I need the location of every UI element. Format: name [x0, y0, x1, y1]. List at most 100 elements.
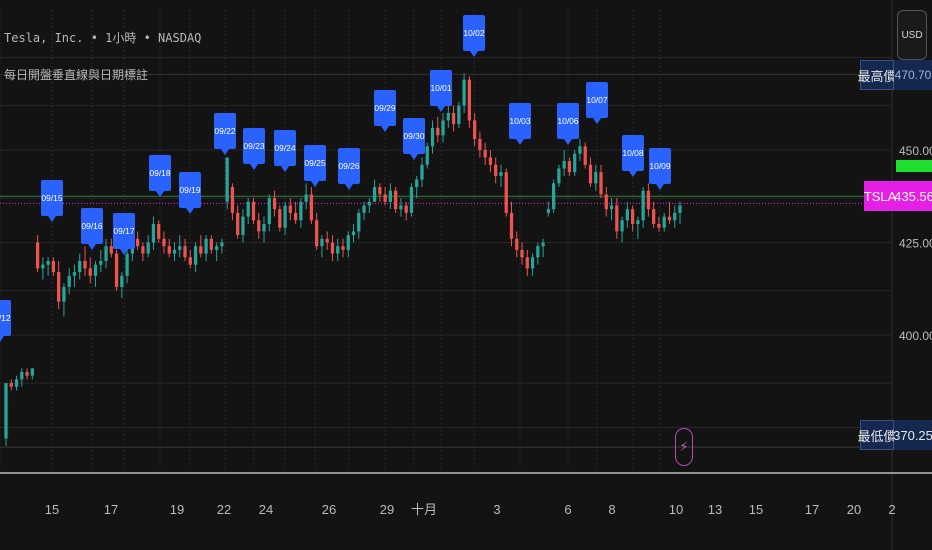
candle-body	[41, 264, 45, 269]
candle-body	[30, 368, 34, 376]
date-tag-pointer	[593, 118, 601, 124]
candle-body	[246, 201, 250, 217]
candle-body	[499, 172, 503, 176]
date-tag-label: 09/18	[149, 168, 171, 178]
candle-body	[93, 264, 98, 276]
candle-body	[673, 212, 677, 221]
candle-body	[515, 238, 519, 250]
time-tick-label: 2	[888, 502, 895, 517]
time-tick-label: 22	[217, 502, 231, 517]
candle-body	[346, 235, 350, 250]
date-tags: 09/12 09/15 09/16 09/17 09/18 09/19 09/22 09/23…	[0, 15, 671, 342]
candle-body	[641, 190, 645, 221]
lightning-icon[interactable]: ⚡	[675, 428, 693, 466]
candle-body	[357, 212, 361, 232]
candle-body	[278, 209, 282, 228]
candle-body	[204, 238, 208, 254]
candle-body	[536, 246, 540, 258]
currency-button[interactable]: USD	[897, 10, 927, 60]
candle-body	[615, 205, 619, 232]
indicator-name[interactable]: 每日開盤垂直線與日期標註	[4, 66, 148, 83]
candle-body	[9, 383, 13, 387]
candle-body	[146, 242, 150, 254]
candle-body	[78, 261, 82, 273]
candle-body	[557, 168, 561, 184]
date-tag-label: 10/01	[430, 83, 452, 93]
date-tag: 09/23	[243, 128, 265, 170]
candle-body	[430, 127, 435, 147]
candle-body	[483, 150, 487, 158]
time-tick-label: 8	[608, 502, 615, 517]
candle-body	[125, 253, 129, 276]
candle-body	[330, 242, 335, 254]
candle-body	[272, 198, 277, 210]
candle-body	[57, 272, 61, 302]
candle-body	[299, 201, 303, 221]
candle-body	[394, 190, 398, 210]
symbol-title: Tesla, Inc. • 1小時 • NASDAQ	[4, 31, 202, 45]
candle-body	[657, 224, 661, 228]
candle-body	[620, 220, 624, 232]
date-tag-label: 09/26	[338, 161, 360, 171]
candle-body	[183, 246, 187, 258]
candle-body	[525, 257, 529, 269]
date-tag: 09/22	[214, 113, 236, 155]
candle-body	[157, 224, 161, 239]
date-tag: 09/30	[403, 118, 425, 160]
candle-body	[35, 242, 40, 269]
candle-body	[372, 187, 377, 202]
date-tag: 09/24	[274, 130, 296, 172]
candle-body	[120, 275, 124, 287]
candle-body	[267, 198, 271, 224]
date-tag: 09/19	[179, 172, 201, 214]
candle-body	[288, 205, 292, 213]
candle-body	[304, 194, 308, 202]
candle-body	[262, 224, 266, 232]
price-tick-label: 450.00	[899, 144, 932, 158]
candle-body	[136, 238, 140, 247]
candle-body	[546, 209, 550, 213]
date-tag-label: 10/07	[586, 95, 608, 105]
candle-body	[214, 246, 219, 250]
date-tag-label: 09/24	[274, 143, 296, 153]
candle-body	[388, 190, 393, 202]
date-tag-pointer	[656, 184, 664, 190]
date-tag-pointer	[516, 139, 524, 145]
time-tick-label: 24	[259, 502, 273, 517]
candle-body	[462, 79, 466, 106]
candle-body	[193, 246, 198, 265]
time-tick-label: 17	[805, 502, 819, 517]
candle-body	[588, 164, 593, 184]
price-tick-label: 425.00	[899, 237, 932, 251]
candle-body	[436, 127, 440, 136]
candle-body	[151, 224, 156, 243]
candle-body	[293, 212, 298, 221]
candle-body	[336, 246, 340, 254]
candle-body	[420, 164, 424, 180]
date-tag: 09/16	[81, 208, 103, 250]
candle-body	[104, 246, 108, 261]
candle-body	[251, 201, 256, 221]
candle-body	[446, 113, 450, 121]
low-label: 最低價	[858, 420, 897, 450]
candle-body	[14, 379, 19, 387]
time-tick-label: 10	[669, 502, 683, 517]
candle-body	[4, 383, 8, 439]
date-tag-pointer	[186, 208, 194, 214]
date-tag-pointer	[48, 216, 56, 222]
candle-body	[230, 187, 235, 213]
date-tag-label: 09/12	[0, 313, 11, 323]
candle-body	[362, 205, 366, 213]
candle-body	[409, 187, 414, 213]
date-tag-pointer	[311, 181, 319, 187]
candle-body	[109, 246, 113, 254]
date-tag: 09/12	[0, 300, 11, 342]
date-tag-pointer	[345, 184, 353, 190]
candle-body	[83, 261, 87, 269]
candle-body	[473, 120, 477, 139]
time-tick-label: 19	[170, 502, 184, 517]
candle-body	[399, 205, 403, 210]
date-tag: 10/09	[649, 148, 671, 190]
candle-body	[636, 220, 640, 224]
time-tick-label: 29	[380, 502, 394, 517]
